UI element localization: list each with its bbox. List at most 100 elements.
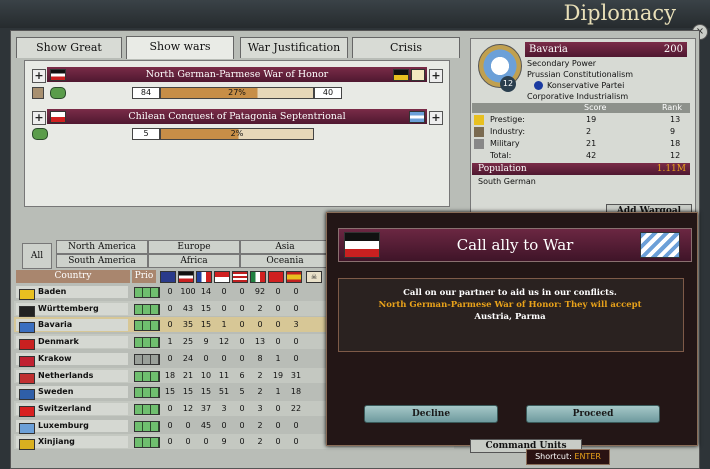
priority-indicator[interactable] bbox=[134, 353, 160, 365]
war-header[interactable]: Chilean Conquest of Patagonia Septentrio… bbox=[47, 109, 427, 124]
country-cell[interactable]: Sweden bbox=[16, 386, 128, 401]
window-title: Diplomacy bbox=[563, 1, 676, 25]
stat-label: Total: bbox=[490, 151, 512, 160]
tab-show-wars[interactable]: Show wars bbox=[126, 36, 234, 59]
influence-value: 24 bbox=[182, 353, 194, 363]
priority-indicator[interactable] bbox=[134, 370, 160, 382]
war-header[interactable]: North German-Parmese War of Honor bbox=[47, 67, 427, 82]
priority-indicator[interactable] bbox=[134, 303, 160, 315]
country-flag-icon bbox=[19, 422, 35, 434]
influence-value: 0 bbox=[221, 287, 227, 296]
influence-value: 0 bbox=[293, 420, 299, 430]
influence-value: 9 bbox=[221, 437, 227, 447]
rank-badge: 12 bbox=[500, 76, 516, 92]
priority-indicator[interactable] bbox=[134, 387, 160, 399]
priority-indicator[interactable] bbox=[134, 437, 160, 449]
priority-indicator[interactable] bbox=[134, 337, 160, 349]
influence-value: 2 bbox=[257, 437, 263, 447]
influence-value: 0 bbox=[203, 353, 209, 363]
priority-indicator[interactable] bbox=[134, 420, 160, 432]
tab-war-justification[interactable]: War Justification bbox=[240, 37, 348, 58]
influence-value: 0 bbox=[239, 420, 245, 430]
country-count: 200 bbox=[663, 44, 683, 55]
filter-south-america[interactable]: South America bbox=[56, 254, 148, 268]
decline-button[interactable]: Decline bbox=[364, 405, 498, 423]
influence-value: 0 bbox=[257, 320, 263, 330]
score-header: Score bbox=[584, 103, 607, 112]
defender-score: 40 bbox=[314, 87, 342, 99]
influence-value: 0 bbox=[275, 420, 281, 430]
stat-rank: 9 bbox=[670, 127, 676, 136]
expand-war-button[interactable]: + bbox=[429, 111, 443, 125]
influence-value: 0 bbox=[239, 320, 245, 330]
stat-row: Total: 42 12 bbox=[472, 151, 690, 161]
country-cell[interactable]: Switzerland bbox=[16, 402, 128, 417]
country-cell[interactable]: Netherlands bbox=[16, 369, 128, 384]
influence-value: 2 bbox=[257, 370, 263, 380]
influence-value: 0 bbox=[167, 437, 173, 447]
rank-text: Secondary Power bbox=[527, 59, 597, 68]
influence-value: 0 bbox=[239, 353, 245, 363]
prio-column-header[interactable]: Prio bbox=[132, 270, 156, 283]
war-progress-bar: 2% bbox=[160, 128, 314, 140]
expand-war-button[interactable]: + bbox=[32, 69, 46, 83]
stat-label: Industry: bbox=[490, 127, 526, 136]
country-flag-icon bbox=[19, 405, 35, 417]
filter-north-america[interactable]: North America bbox=[56, 240, 148, 254]
tab-crisis[interactable]: Crisis bbox=[352, 37, 460, 58]
tab-great-powers[interactable]: Show Great Powers bbox=[16, 37, 122, 74]
country-cell[interactable]: Bavaria bbox=[16, 319, 128, 334]
priority-indicator[interactable] bbox=[134, 320, 160, 332]
influence-value: 1 bbox=[275, 353, 281, 363]
influence-value: 0 bbox=[239, 437, 245, 447]
war-icon bbox=[32, 87, 44, 99]
industry-icon bbox=[474, 127, 484, 137]
country-cell[interactable]: Krakow bbox=[16, 352, 128, 367]
country-name: Krakow bbox=[38, 353, 72, 363]
country-cell[interactable]: Württemberg bbox=[16, 302, 128, 317]
country-cell[interactable]: Luxemburg bbox=[16, 419, 128, 434]
country-cell[interactable]: Baden bbox=[16, 286, 128, 300]
money-icon bbox=[50, 87, 66, 99]
filter-africa[interactable]: Africa bbox=[148, 254, 240, 268]
ideology-text: Corporative Industrialism bbox=[527, 92, 629, 101]
influence-value: 11 bbox=[218, 370, 230, 380]
influence-value: 13 bbox=[254, 337, 266, 347]
influence-value: 5 bbox=[239, 387, 245, 397]
filter-asia[interactable]: Asia bbox=[240, 240, 330, 254]
country-cell[interactable]: Xinjiang bbox=[16, 436, 128, 451]
influence-value: 9 bbox=[203, 337, 209, 347]
shortcut-label: Shortcut: bbox=[535, 452, 572, 461]
filter-europe[interactable]: Europe bbox=[148, 240, 240, 254]
stat-row: Industry: 2 9 bbox=[472, 127, 690, 137]
influence-value: 8 bbox=[257, 353, 263, 363]
influence-value: 0 bbox=[167, 287, 173, 296]
attacker-score: 5 bbox=[132, 128, 160, 140]
influence-value: 0 bbox=[185, 437, 191, 447]
filter-oceania[interactable]: Oceania bbox=[240, 254, 330, 268]
influence-value: 0 bbox=[167, 320, 173, 330]
stat-rank: 13 bbox=[670, 115, 681, 124]
influence-value: 0 bbox=[167, 353, 173, 363]
france-flag-icon bbox=[196, 271, 212, 283]
usa-flag-icon bbox=[232, 271, 248, 283]
expand-war-button[interactable]: + bbox=[32, 111, 46, 125]
influence-value: 3 bbox=[221, 403, 227, 413]
influence-value: 92 bbox=[254, 287, 266, 296]
stat-rank: 18 bbox=[670, 139, 681, 148]
filter-all-button[interactable]: All bbox=[22, 243, 52, 269]
proceed-button[interactable]: Proceed bbox=[526, 405, 660, 423]
expand-war-button[interactable]: + bbox=[429, 69, 443, 83]
influence-value: 1 bbox=[221, 320, 227, 330]
priority-indicator[interactable] bbox=[134, 287, 160, 298]
priority-indicator[interactable] bbox=[134, 403, 160, 415]
country-column-header[interactable]: Country bbox=[16, 270, 130, 283]
country-cell[interactable]: Denmark bbox=[16, 336, 128, 351]
country-name: Xinjiang bbox=[38, 437, 75, 447]
stat-score: 2 bbox=[586, 127, 592, 136]
country-flag-icon bbox=[19, 389, 35, 401]
defender-flag bbox=[411, 69, 425, 81]
stat-score: 19 bbox=[586, 115, 597, 124]
influence-value: 0 bbox=[221, 303, 227, 313]
spain-flag-icon bbox=[286, 271, 302, 283]
